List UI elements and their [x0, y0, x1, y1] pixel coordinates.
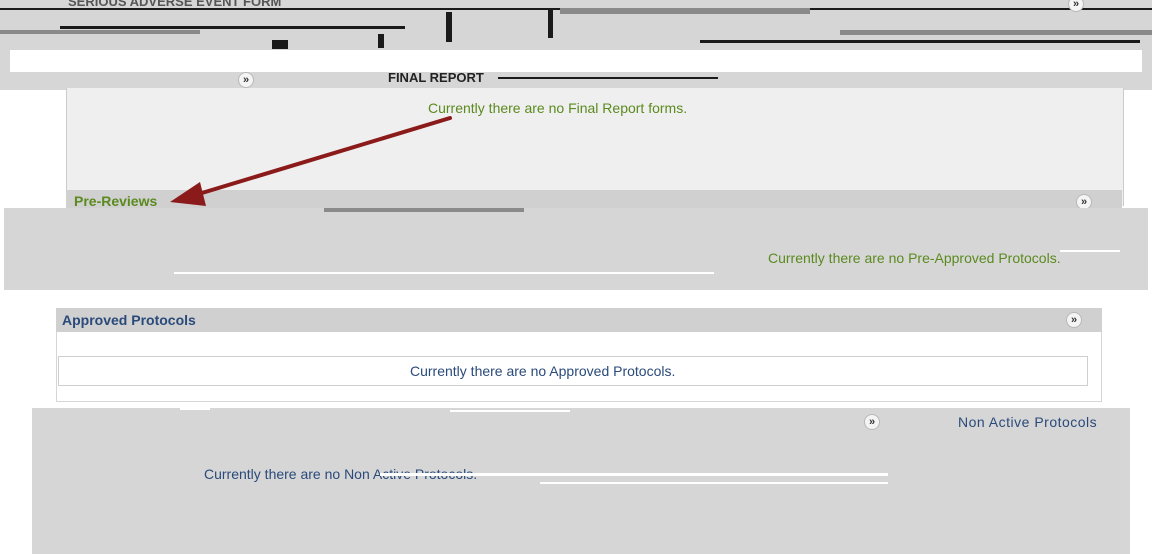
annotation-arrow — [170, 116, 452, 206]
annotation-arrow-head — [170, 182, 206, 206]
annotation-arrow-shaft — [190, 116, 452, 198]
